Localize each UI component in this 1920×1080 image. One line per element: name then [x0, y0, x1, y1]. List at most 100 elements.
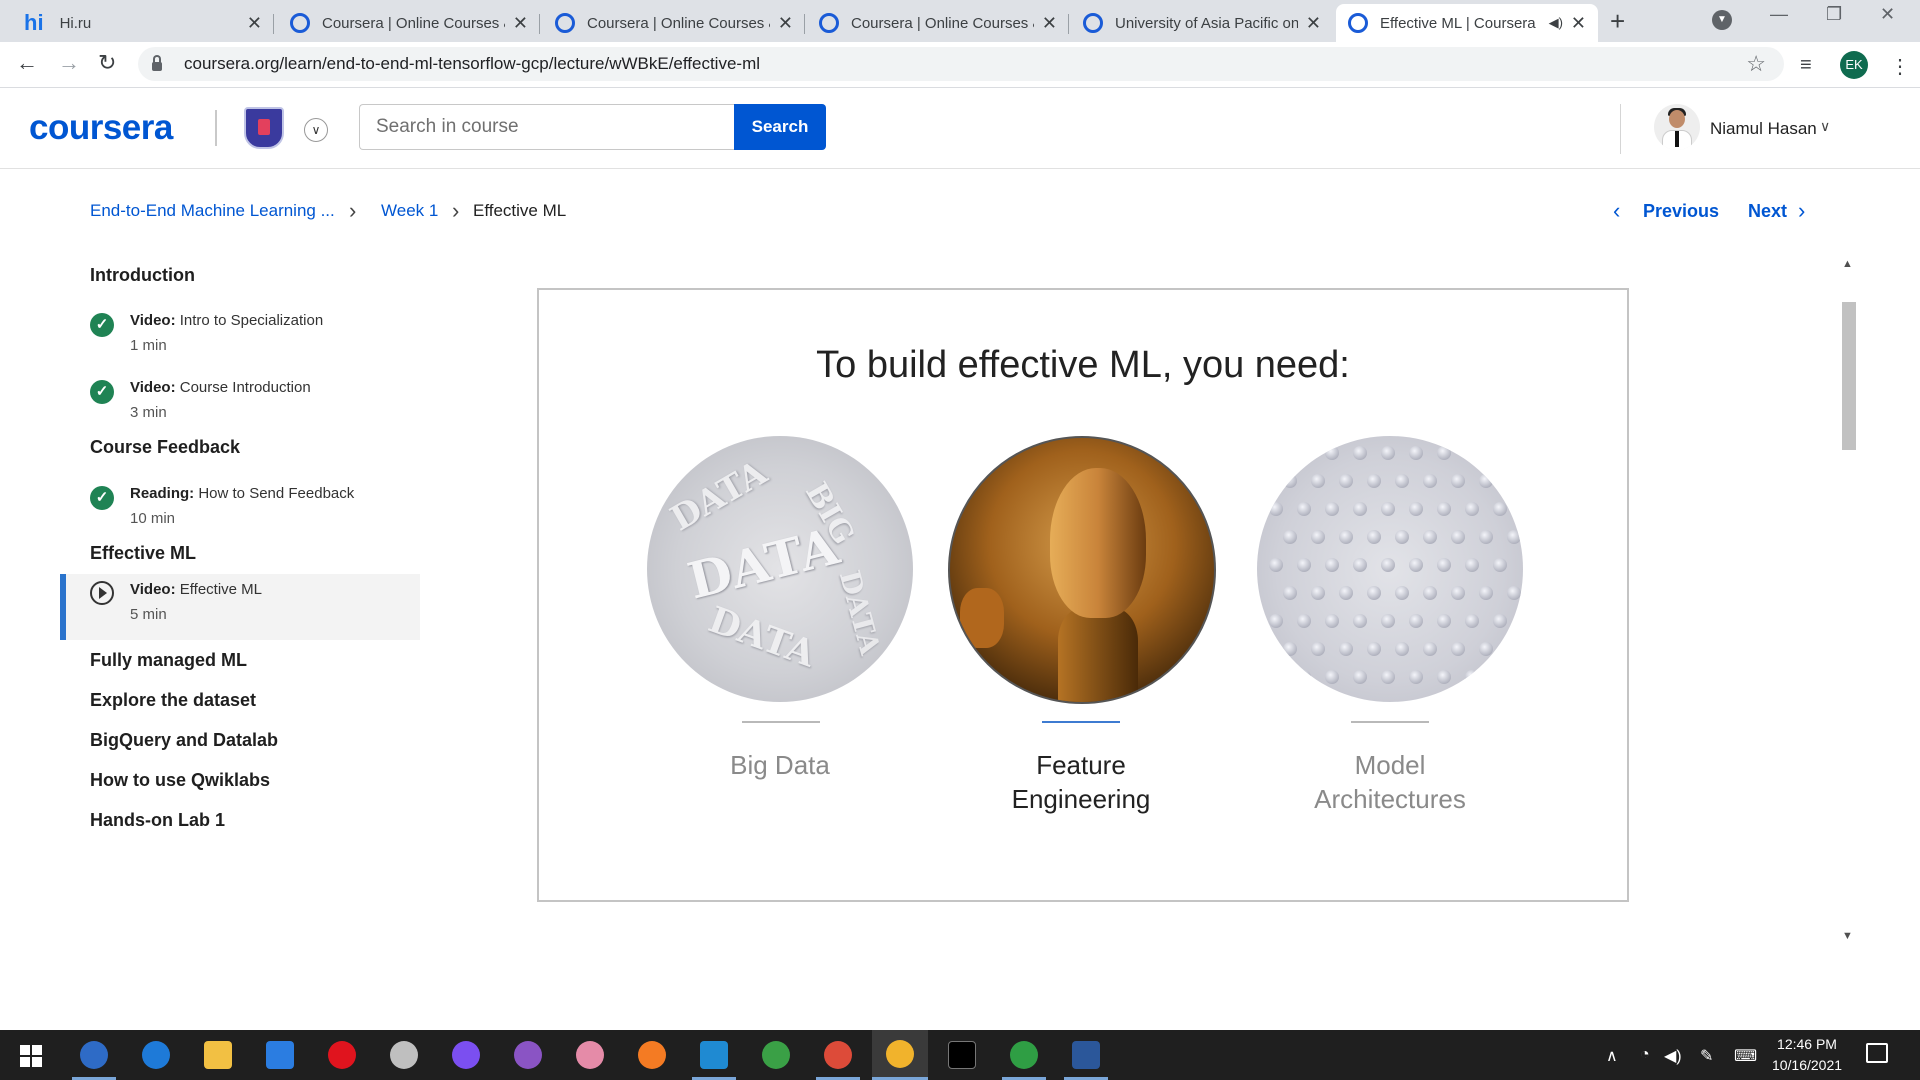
taskbar-app-chrome-active[interactable] — [872, 1030, 928, 1080]
reload-icon[interactable]: ↻ — [98, 50, 116, 76]
opera-icon — [328, 1041, 356, 1069]
breadcrumb-course[interactable]: End-to-End Machine Learning ... — [90, 201, 335, 221]
outline-item[interactable]: ✓ Video: Course Introduction 3 min — [60, 372, 420, 438]
browser-tab-hiru[interactable]: hi Hi.ru ✕ — [12, 4, 274, 42]
system-clock[interactable]: 12:46 PM 10/16/2021 — [1752, 1034, 1862, 1076]
outline-item-current[interactable]: Video: Effective ML 5 min — [60, 574, 420, 640]
address-bar[interactable]: coursera.org/learn/end-to-end-ml-tensorf… — [138, 47, 1784, 81]
section-effective-ml[interactable]: Effective ML — [90, 543, 196, 564]
restore-icon[interactable]: ❐ — [1826, 4, 1842, 25]
taskbar-app-satellite[interactable] — [376, 1030, 432, 1080]
taskbar-app-globe[interactable] — [748, 1030, 804, 1080]
forward-icon[interactable]: → — [58, 50, 80, 76]
course-search-input[interactable] — [359, 104, 735, 150]
network-icon[interactable]: ◔ — [1640, 1046, 1650, 1064]
texture-dot — [1367, 530, 1381, 544]
outline-item[interactable]: ✓ Video: Intro to Specialization 1 min — [60, 305, 420, 371]
texture-dot — [1395, 474, 1409, 488]
close-tab-icon[interactable]: ✕ — [513, 13, 528, 34]
section-explore-dataset[interactable]: Explore the dataset — [90, 690, 256, 711]
user-name[interactable]: Niamul Hasan — [1710, 119, 1817, 139]
minimize-icon[interactable]: — — [1770, 4, 1788, 25]
section-introduction[interactable]: Introduction — [90, 265, 195, 286]
site-header: coursera ∨ Search Niamul Hasan ∨ — [0, 88, 1920, 169]
browser-menu-icon[interactable]: ⋮ — [1890, 54, 1910, 79]
texture-dot — [1367, 642, 1381, 656]
chevron-left-icon[interactable]: ‹ — [1613, 198, 1620, 224]
tab-separator — [804, 14, 805, 34]
taskbar-app-vscode[interactable] — [686, 1030, 742, 1080]
section-fully-managed-ml[interactable]: Fully managed ML — [90, 650, 247, 671]
browser-tab-effective-ml[interactable]: Effective ML | Coursera ◀) ✕ — [1336, 4, 1598, 42]
pen-icon[interactable]: ✎ — [1700, 1046, 1713, 1066]
tab-search-icon[interactable]: ▼ — [1712, 10, 1732, 30]
close-tab-icon[interactable]: ✕ — [1571, 13, 1586, 34]
browser-tab-coursera-3[interactable]: Coursera | Online Courses & Credentials … — [807, 4, 1069, 42]
chevron-down-icon[interactable]: ∨ — [304, 118, 328, 142]
texture-dot — [1283, 642, 1297, 656]
bookmark-star-icon[interactable]: ☆ — [1746, 51, 1766, 77]
texture-dot — [1437, 558, 1451, 572]
profile-avatar[interactable]: EK — [1840, 51, 1868, 79]
chevron-right-icon[interactable]: › — [1798, 198, 1805, 224]
section-qwiklabs[interactable]: How to use Qwiklabs — [90, 770, 270, 791]
chevron-down-icon[interactable]: ∨ — [1820, 118, 1830, 135]
taskbar-app-mail[interactable] — [252, 1030, 308, 1080]
browser-tab-uap[interactable]: University of Asia Pacific on Coursera ✕ — [1071, 4, 1333, 42]
tray-chevron-up-icon[interactable]: ∧ — [1606, 1046, 1618, 1066]
media-queue-icon[interactable]: ≡ — [1800, 54, 1812, 77]
taskbar-app-qbittorrent[interactable] — [66, 1030, 122, 1080]
scroll-up-icon[interactable]: ▲ — [1842, 258, 1853, 270]
section-bigquery-datalab[interactable]: BigQuery and Datalab — [90, 730, 278, 751]
university-crest-icon[interactable] — [244, 107, 284, 149]
browser-tab-coursera-1[interactable]: Coursera | Online Courses & Credentials … — [278, 4, 540, 42]
taskbar-app-terminal[interactable] — [934, 1030, 990, 1080]
url-text[interactable]: coursera.org/learn/end-to-end-ml-tensorf… — [184, 54, 760, 74]
close-window-icon[interactable]: ✕ — [1880, 4, 1895, 25]
outline-item[interactable]: ✓ Reading: How to Send Feedback 10 min — [60, 478, 420, 544]
taskbar-app-github[interactable] — [500, 1030, 556, 1080]
taskbar-app-firefox[interactable] — [624, 1030, 680, 1080]
taskbar-app-paint[interactable] — [562, 1030, 618, 1080]
section-course-feedback[interactable]: Course Feedback — [90, 437, 240, 458]
close-tab-icon[interactable]: ✕ — [778, 13, 793, 34]
coursera-favicon-icon — [555, 13, 575, 33]
volume-icon[interactable]: ◀) — [1664, 1046, 1682, 1066]
user-avatar[interactable] — [1654, 104, 1700, 150]
previous-button[interactable]: Previous — [1643, 201, 1719, 222]
close-tab-icon[interactable]: ✕ — [247, 13, 262, 34]
taskbar-app-chrome[interactable] — [810, 1030, 866, 1080]
coursera-logo[interactable]: coursera — [29, 108, 173, 148]
next-button[interactable]: Next — [1748, 201, 1787, 222]
new-tab-icon[interactable]: + — [1610, 6, 1625, 37]
breadcrumb-week[interactable]: Week 1 — [381, 201, 438, 221]
taskbar-app-word[interactable] — [1058, 1030, 1114, 1080]
back-icon[interactable]: ← — [16, 50, 38, 76]
notification-icon[interactable] — [1866, 1043, 1888, 1063]
windows-start-icon[interactable] — [20, 1045, 42, 1067]
taskbar-app-messenger[interactable] — [438, 1030, 494, 1080]
qbittorrent-icon — [80, 1041, 108, 1069]
taskbar-app-opera[interactable] — [314, 1030, 370, 1080]
section-hands-on-lab[interactable]: Hands-on Lab 1 — [90, 810, 225, 831]
speaker-icon[interactable]: ◀) — [1549, 15, 1563, 31]
clock-time: 12:46 PM — [1777, 1036, 1837, 1052]
texture-dot — [1339, 642, 1353, 656]
video-player[interactable]: To build effective ML, you need: DATA DA… — [537, 288, 1629, 902]
texture-dot — [1409, 614, 1423, 628]
slide-title: To build effective ML, you need: — [816, 344, 1350, 386]
browser-tab-coursera-2[interactable]: Coursera | Online Courses & Credentials … — [543, 4, 805, 42]
search-button[interactable]: Search — [734, 104, 826, 150]
pillar-underline — [742, 721, 820, 723]
taskbar-app-chrome-profile[interactable] — [996, 1030, 1052, 1080]
tab-title: Hi.ru — [59, 14, 92, 32]
lock-icon[interactable] — [152, 54, 162, 71]
taskbar-app-edge[interactable] — [128, 1030, 184, 1080]
texture-dot — [1409, 446, 1423, 460]
close-tab-icon[interactable]: ✕ — [1306, 13, 1321, 34]
texture-dot — [1381, 670, 1395, 684]
close-tab-icon[interactable]: ✕ — [1042, 13, 1057, 34]
taskbar-app-explorer[interactable] — [190, 1030, 246, 1080]
scrollbar-thumb[interactable] — [1842, 302, 1856, 450]
scroll-down-icon[interactable]: ▼ — [1842, 930, 1853, 942]
